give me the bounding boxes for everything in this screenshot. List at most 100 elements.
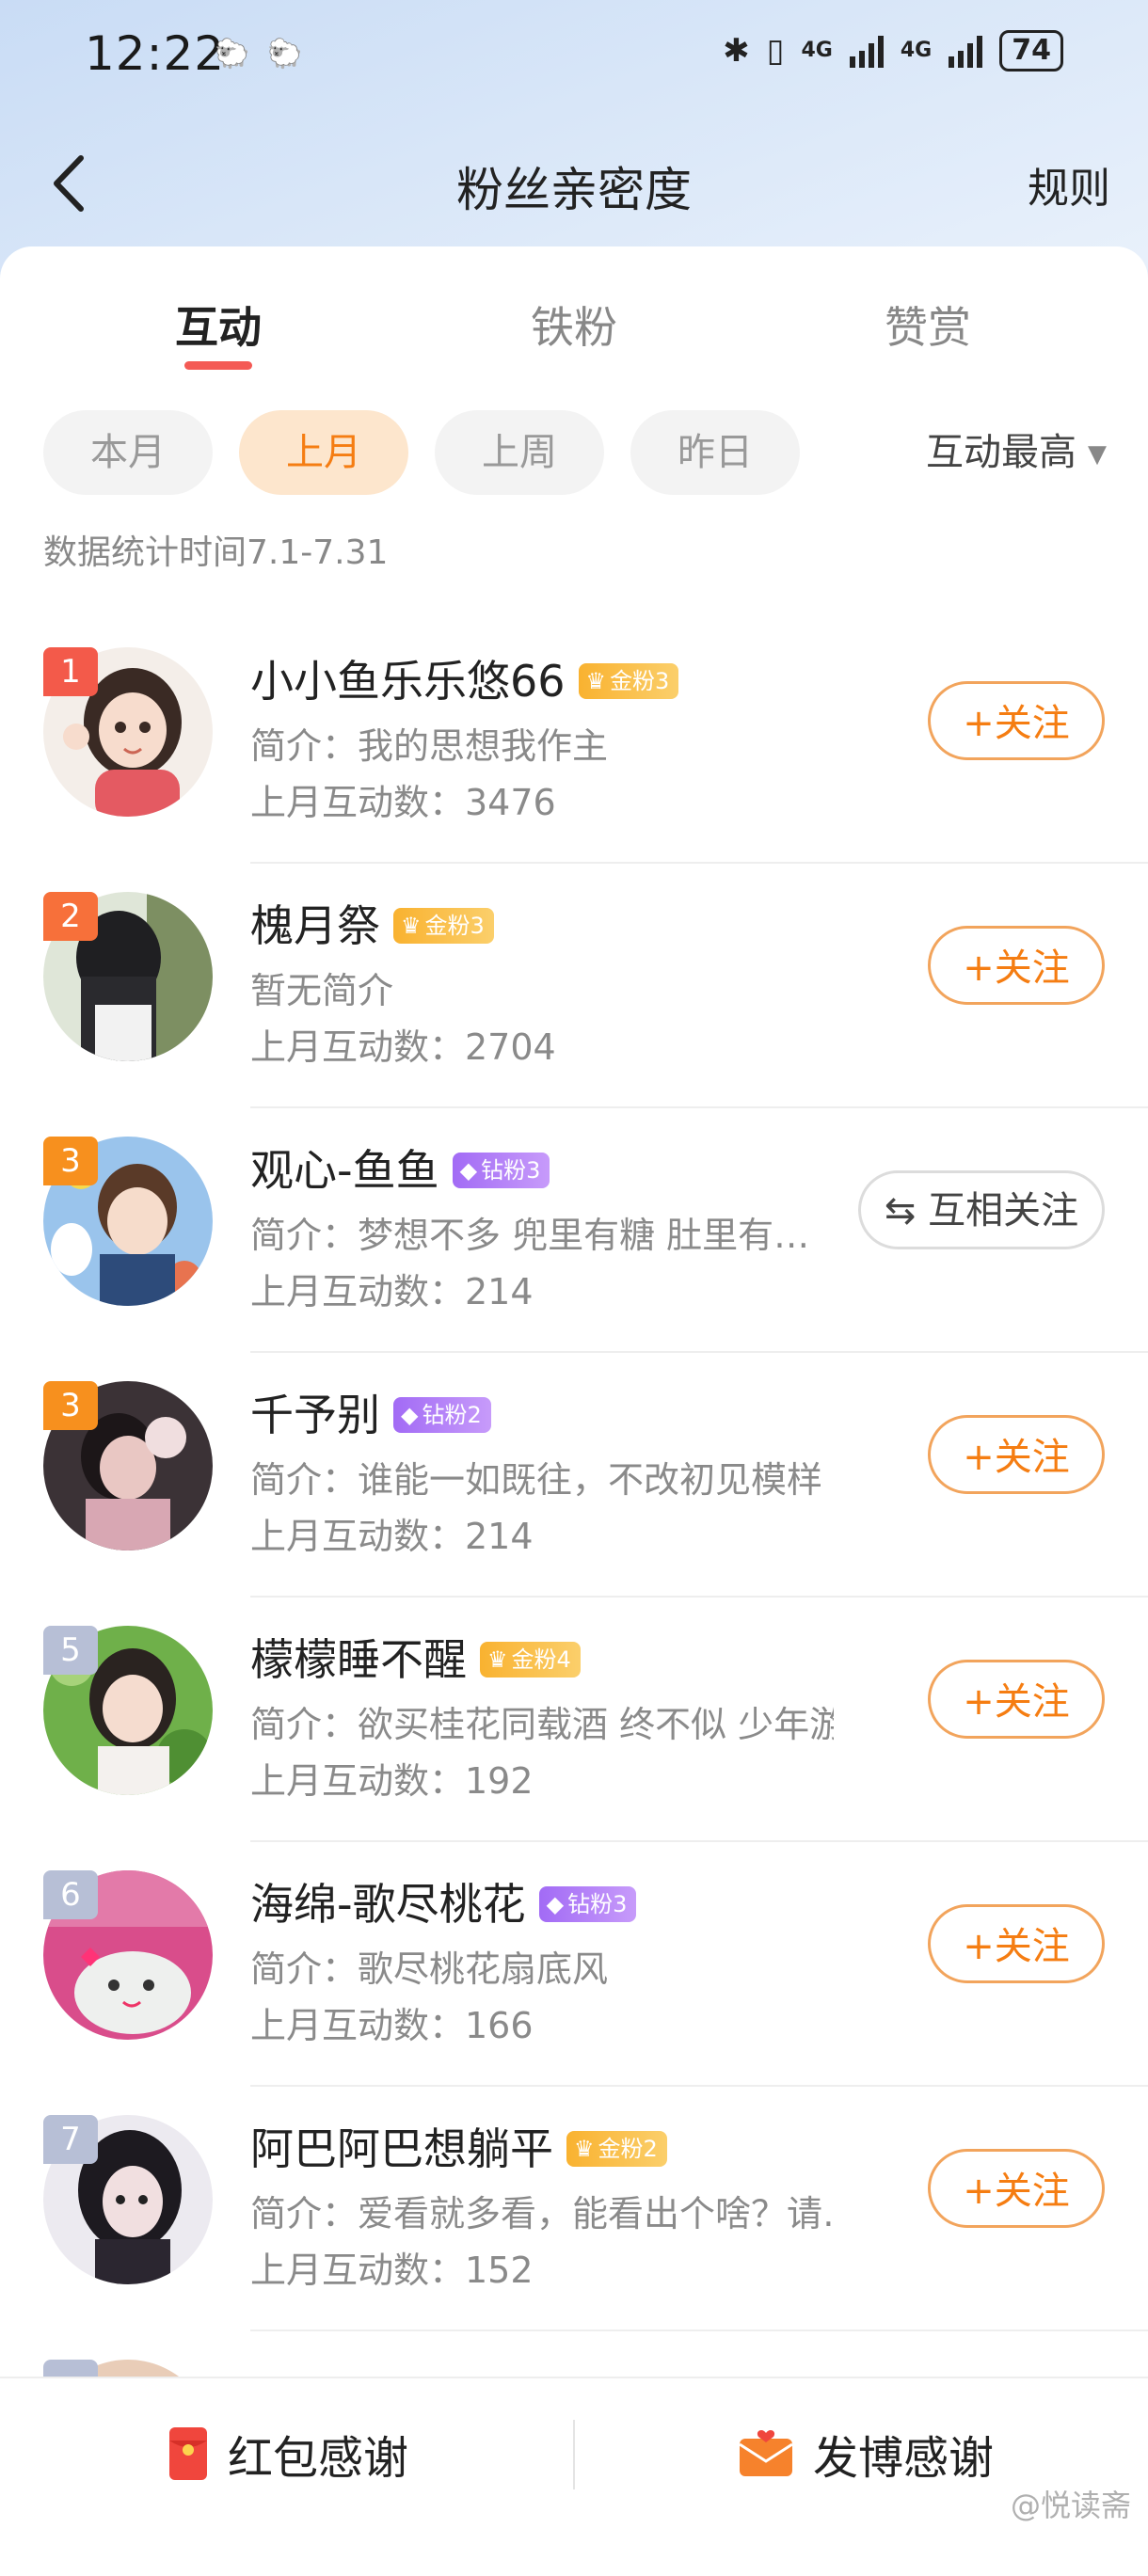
fan-name: 海绵-歌尽桃花: [250, 1879, 526, 1930]
follow-button[interactable]: +关注: [928, 2149, 1105, 2228]
fan-row[interactable]: 7 阿巴阿巴想躺平 ♛ 金粉2 简介：爱看就多看，能看出个啥？请… 上月互动数：15…: [0, 2087, 1148, 2331]
mutual-follow-button[interactable]: ⇆ 互相关注: [858, 1170, 1105, 1249]
filter-this-month[interactable]: 本月: [43, 410, 213, 495]
diamond-icon: ◆: [401, 1401, 419, 1428]
fan-name: 檬檬睡不醒: [250, 1634, 467, 1685]
bottom-bar-divider: [573, 2420, 575, 2489]
fan-intro: 简介：梦想不多 兜里有糖 肚里有…: [250, 1215, 810, 1256]
status-time: 12:22: [85, 26, 226, 81]
follow-button[interactable]: +关注: [928, 681, 1105, 760]
fan-interaction-count: 上月互动数：214: [250, 1271, 534, 1312]
fan-row[interactable]: 3 千予别 ◆ 钻粉2 简介：谁能一如既往，不改初见模样 上月互动数：214 +关注: [0, 1353, 1148, 1598]
badge-label: 金粉4: [511, 1646, 571, 1673]
fan-intro: 简介：歌尽桃花扇底风: [250, 1948, 609, 1990]
follow-button[interactable]: +关注: [928, 1415, 1105, 1494]
tab-interaction[interactable]: 互动: [124, 294, 312, 356]
fan-name: 槐月祭: [250, 900, 380, 951]
fan-level-badge: ◆ 钻粉2: [393, 1396, 491, 1433]
avatar[interactable]: 3: [43, 1137, 213, 1306]
fan-level-badge: ♛ 金粉3: [578, 662, 679, 699]
signal-icon: [849, 34, 884, 68]
follow-button[interactable]: +关注: [928, 1904, 1105, 1983]
rank-badge: 6: [43, 1870, 98, 1919]
watermark: @悦读斋: [1010, 2488, 1131, 2523]
fan-intro: 简介：爱看就多看，能看出个啥？请…: [250, 2193, 834, 2234]
fan-name: 阿巴阿巴想躺平: [250, 2123, 553, 2174]
envelope-heart-icon: [740, 2430, 792, 2476]
crown-icon: ♛: [585, 667, 607, 694]
badge-label: 钻粉3: [567, 1890, 628, 1917]
fan-nickname[interactable]: 槐月祭 ♛ 金粉3: [250, 892, 494, 954]
rank-badge: 2: [43, 892, 98, 941]
post-thanks-button[interactable]: 发博感谢: [740, 2416, 994, 2491]
avatar[interactable]: 1: [43, 647, 213, 817]
fan-name: 千予别: [250, 1390, 380, 1440]
network-type: 4G: [900, 39, 933, 62]
badge-label: 钻粉3: [481, 1156, 541, 1184]
caret-down-icon: ▼: [1088, 440, 1107, 469]
follow-button[interactable]: +关注: [928, 1660, 1105, 1739]
avatar[interactable]: 2: [43, 892, 213, 1061]
tab-bar: 互动 铁粉 赞赏: [0, 246, 1148, 370]
fan-row[interactable]: 1 小小鱼乐乐悠66 ♛ 金粉3 简介：我的思想我作主 上月互动数：3476 +关注: [0, 619, 1148, 864]
rank-badge: 3: [43, 1137, 98, 1185]
rank-badge: 1: [43, 647, 98, 696]
signal-icon: [949, 34, 983, 68]
tab-reward[interactable]: 赞赏: [834, 294, 1022, 356]
rank-badge: 5: [43, 1626, 98, 1675]
bluetooth-icon: ✱: [723, 32, 750, 70]
notification-icon: 🐑: [215, 38, 250, 71]
fan-nickname[interactable]: 千予别 ◆ 钻粉2: [250, 1381, 491, 1443]
red-envelope-icon: [169, 2427, 207, 2480]
tab-iron-fans[interactable]: 铁粉: [480, 294, 668, 356]
fan-level-badge: ◆ 钻粉3: [538, 1885, 637, 1922]
fan-row[interactable]: 5 檬檬睡不醒 ♛ 金粉4 简介：欲买桂花同载酒 终不似 少年游 上月互动数：192…: [0, 1598, 1148, 1842]
avatar[interactable]: 3: [43, 1381, 213, 1550]
avatar[interactable]: 6: [43, 1870, 213, 2040]
fan-row[interactable]: 2 槐月祭 ♛ 金粉3 暂无简介 上月互动数：2704 +关注: [0, 864, 1148, 1108]
fan-interaction-count: 上月互动数：192: [250, 1760, 534, 1802]
fan-interaction-count: 上月互动数：166: [250, 2005, 534, 2046]
red-packet-thanks-button[interactable]: 红包感谢: [169, 2416, 408, 2491]
active-tab-indicator: [184, 361, 252, 370]
fan-level-badge: ♛ 金粉4: [480, 1641, 581, 1678]
fan-level-badge: ♛ 金粉3: [393, 907, 494, 944]
badge-label: 金粉3: [610, 667, 670, 694]
sort-label: 互动最高: [926, 431, 1076, 474]
avatar[interactable]: 7: [43, 2115, 213, 2284]
crown-icon: ♛: [487, 1646, 508, 1673]
filter-last-month[interactable]: 上月: [239, 410, 408, 495]
battery-indicator: 74: [999, 30, 1063, 72]
fan-nickname[interactable]: 观心-鱼鱼 ◆ 钻粉3: [250, 1137, 550, 1199]
rules-link[interactable]: 规则: [1028, 154, 1110, 215]
notification-icon: 🐑: [267, 38, 303, 71]
fan-level-badge: ♛ 金粉2: [566, 2130, 667, 2167]
status-icons: ✱ ▯ 4G 4G 74: [723, 30, 1063, 72]
fan-row[interactable]: 3 观心-鱼鱼 ◆ 钻粉3 简介：梦想不多 兜里有糖 肚里有… 上月互动数：214 …: [0, 1108, 1148, 1353]
time-filter-bar: 本月 上月 上周 昨日 互动最高 ▼: [43, 410, 1107, 495]
fan-interaction-count: 上月互动数：214: [250, 1516, 534, 1557]
fan-intro: 简介：我的思想我作主: [250, 725, 609, 767]
filter-last-week[interactable]: 上周: [435, 410, 604, 495]
fan-intro: 简介：谁能一如既往，不改初见模样: [250, 1459, 823, 1501]
fan-nickname[interactable]: 海绵-歌尽桃花 ◆ 钻粉3: [250, 1870, 637, 1932]
sort-dropdown[interactable]: 互动最高 ▼: [926, 410, 1107, 497]
fan-intro: 暂无简介: [250, 970, 394, 1011]
avatar[interactable]: 5: [43, 1626, 213, 1795]
follow-button[interactable]: +关注: [928, 926, 1105, 1005]
rank-badge: 7: [43, 2115, 98, 2164]
fan-name: 观心-鱼鱼: [250, 1145, 439, 1196]
diamond-icon: ◆: [546, 1890, 565, 1917]
fan-nickname[interactable]: 阿巴阿巴想躺平 ♛ 金粉2: [250, 2115, 667, 2177]
fan-row[interactable]: 6 海绵-歌尽桃花 ◆ 钻粉3 简介：歌尽桃花扇底风 上月互动数：166 +关注: [0, 1842, 1148, 2087]
crown-icon: ♛: [574, 2135, 595, 2162]
fan-nickname[interactable]: 小小鱼乐乐悠66 ♛ 金粉3: [250, 647, 679, 709]
fan-nickname[interactable]: 檬檬睡不醒 ♛ 金粉4: [250, 1626, 581, 1688]
fan-name: 小小鱼乐乐悠66: [250, 656, 566, 707]
page-title: 粉丝亲密度: [456, 163, 692, 217]
fan-level-badge: ◆ 钻粉3: [452, 1152, 550, 1188]
filter-yesterday[interactable]: 昨日: [630, 410, 800, 495]
network-type: 4G: [801, 39, 833, 62]
fan-interaction-count: 上月互动数：152: [250, 2250, 534, 2291]
main-card: 互动 铁粉 赞赏 本月 上月 上周 昨日 互动最高 ▼ 数据统计时间7.1-7.3…: [0, 246, 1148, 2540]
